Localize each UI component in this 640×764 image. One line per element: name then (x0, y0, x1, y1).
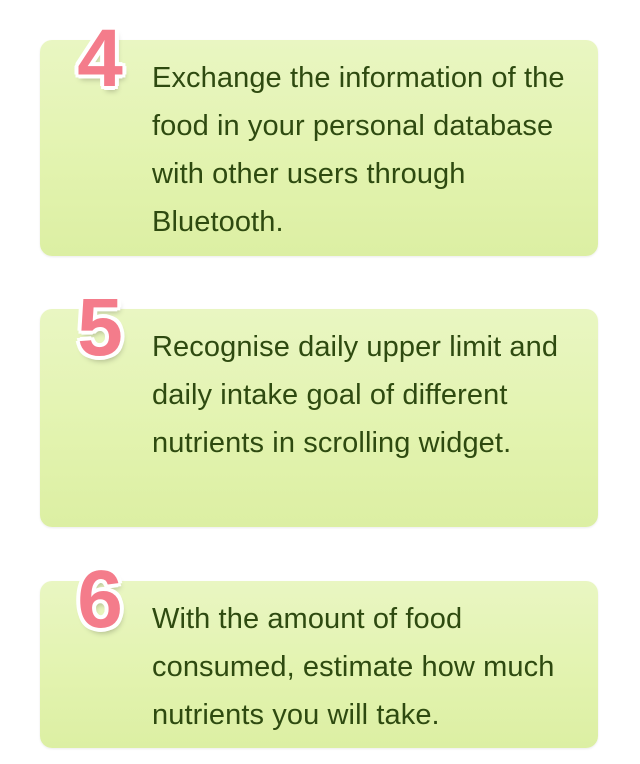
step-number-badge: 5 (77, 282, 123, 373)
feature-card-4: 4 Exchange the information of the food i… (40, 14, 598, 256)
step-number-badge: 6 (77, 554, 123, 645)
feature-description: Recognise daily upper limit and daily in… (152, 331, 559, 459)
feature-card-6: 6 With the amount of food consumed, esti… (40, 555, 598, 748)
feature-description: Exchange the information of the food in … (152, 62, 565, 238)
step-number-badge: 4 (77, 13, 123, 104)
feature-card-5: 5 Recognise daily upper limit and daily … (40, 283, 598, 527)
feature-description: With the amount of food consumed, estima… (152, 603, 555, 731)
